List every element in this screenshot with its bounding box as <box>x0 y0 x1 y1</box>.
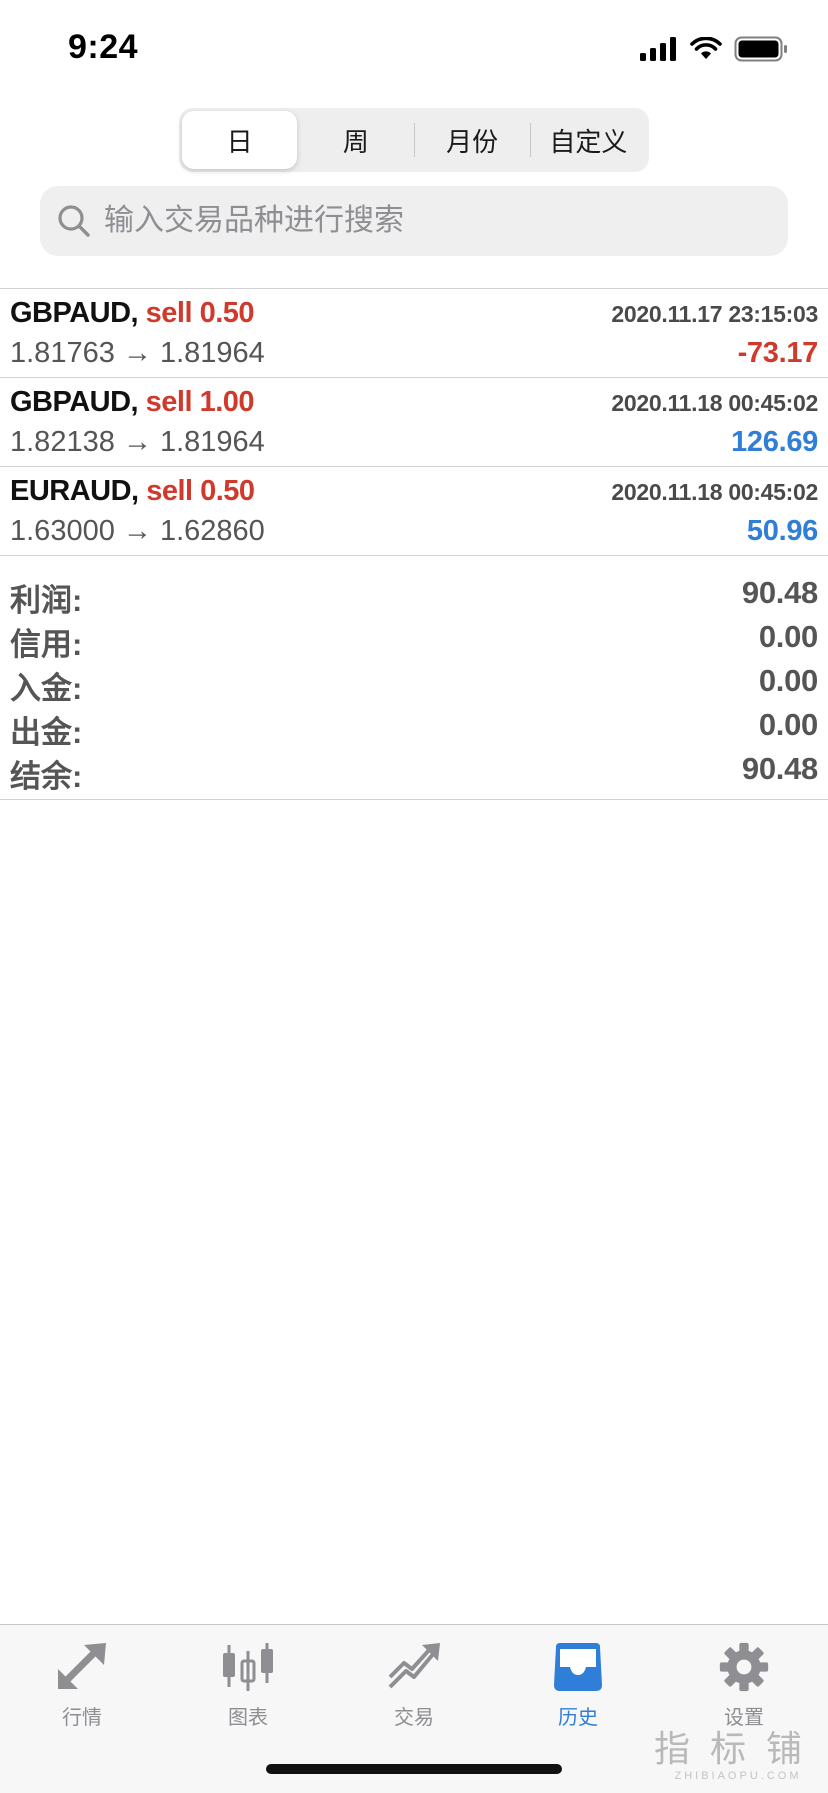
tab-label: 设置 <box>724 1707 764 1729</box>
trade-side: sell 0.50 <box>145 297 255 329</box>
tab-label: 行情 <box>62 1707 102 1729</box>
cellular-signal-icon <box>640 37 678 66</box>
summary-label: 信用: <box>10 627 83 662</box>
trade-profit: 126.69 <box>731 426 818 458</box>
summary-row-balance: 结余: 90.48 <box>0 747 828 794</box>
status-icons <box>640 36 788 67</box>
summary-value: 0.00 <box>758 663 818 698</box>
trade-row[interactable]: GBPAUD, sell 0.50 2020.11.17 23:15:03 1.… <box>0 289 828 378</box>
quotes-arrows-icon <box>52 1639 112 1695</box>
tab-chart[interactable]: 图表 <box>188 1639 308 1735</box>
battery-icon <box>734 36 788 67</box>
trade-symbol: EURAUD, <box>10 475 139 507</box>
tab-label: 历史 <box>558 1707 598 1729</box>
tab-label: 交易 <box>394 1707 434 1729</box>
summary-row-withdrawal: 出金: 0.00 <box>0 703 828 750</box>
trade-side: sell 0.50 <box>146 475 255 507</box>
summary-value: 0.00 <box>758 707 818 742</box>
period-segmented-control: 日 周 月份 自定义 <box>179 108 649 172</box>
watermark-text: 指标铺 <box>653 1729 822 1770</box>
candlestick-chart-icon <box>218 1639 278 1695</box>
tab-quotes[interactable]: 行情 <box>22 1639 142 1735</box>
summary-row-profit: 利润: 90.48 <box>0 571 828 618</box>
period-tab-month[interactable]: 月份 <box>415 111 530 169</box>
tab-trade[interactable]: 交易 <box>354 1639 474 1735</box>
summary-value: 0.00 <box>758 619 818 654</box>
tab-settings[interactable]: 设置 <box>684 1639 804 1735</box>
summary-label: 结余: <box>10 759 83 794</box>
summary-row-credit: 信用: 0.00 <box>0 615 828 662</box>
status-bar: 9:24 <box>0 0 828 100</box>
history-inbox-icon <box>548 1639 608 1695</box>
trade-profit: -73.17 <box>737 337 819 369</box>
period-tab-week[interactable]: 周 <box>298 111 413 169</box>
trade-time: 2020.11.18 00:45:02 <box>611 479 818 505</box>
home-indicator[interactable] <box>266 1764 562 1774</box>
trade-prices: 1.81763 → 1.81964 <box>10 337 265 369</box>
trade-time: 2020.11.17 23:15:03 <box>611 301 818 327</box>
summary-value: 90.48 <box>741 575 818 610</box>
trade-row[interactable]: GBPAUD, sell 1.00 2020.11.18 00:45:02 1.… <box>0 378 828 467</box>
watermark: 指标铺 ZHIBIAOPU.COM <box>653 1729 822 1783</box>
trade-title: GBPAUD, sell 0.50 <box>10 297 255 330</box>
gear-icon <box>714 1639 774 1695</box>
summary-label: 出金: <box>10 715 83 750</box>
search-icon <box>54 201 94 241</box>
summary-label: 入金: <box>10 671 83 706</box>
account-summary: 利润: 90.48 信用: 0.00 入金: 0.00 出金: 0.00 结余:… <box>0 568 828 800</box>
summary-value: 90.48 <box>741 751 818 786</box>
tab-history[interactable]: 历史 <box>518 1639 638 1735</box>
search-input[interactable] <box>104 204 788 238</box>
trade-profit: 50.96 <box>746 515 818 547</box>
summary-label: 利润: <box>10 583 83 618</box>
trade-prices: 1.63000 → 1.62860 <box>10 515 265 547</box>
trade-symbol: GBPAUD, <box>10 386 139 418</box>
watermark-domain: ZHIBIAOPU.COM <box>674 1770 802 1782</box>
trade-side: sell 1.00 <box>145 386 255 418</box>
trade-title: GBPAUD, sell 1.00 <box>10 386 255 419</box>
wifi-icon <box>690 36 722 66</box>
trade-trend-icon <box>384 1639 444 1695</box>
trade-row[interactable]: EURAUD, sell 0.50 2020.11.18 00:45:02 1.… <box>0 467 828 556</box>
trade-time: 2020.11.18 00:45:02 <box>611 390 818 416</box>
trade-symbol: GBPAUD, <box>10 297 139 329</box>
period-tab-custom[interactable]: 自定义 <box>531 111 646 169</box>
search-bar[interactable] <box>40 186 788 256</box>
tab-label: 图表 <box>228 1707 268 1729</box>
status-time: 9:24 <box>68 28 139 66</box>
trade-title: EURAUD, sell 0.50 <box>10 475 255 508</box>
period-tab-day[interactable]: 日 <box>182 111 298 169</box>
trade-history-list: GBPAUD, sell 0.50 2020.11.17 23:15:03 1.… <box>0 288 828 556</box>
summary-row-deposit: 入金: 0.00 <box>0 659 828 706</box>
trade-prices: 1.82138 → 1.81964 <box>10 426 265 458</box>
